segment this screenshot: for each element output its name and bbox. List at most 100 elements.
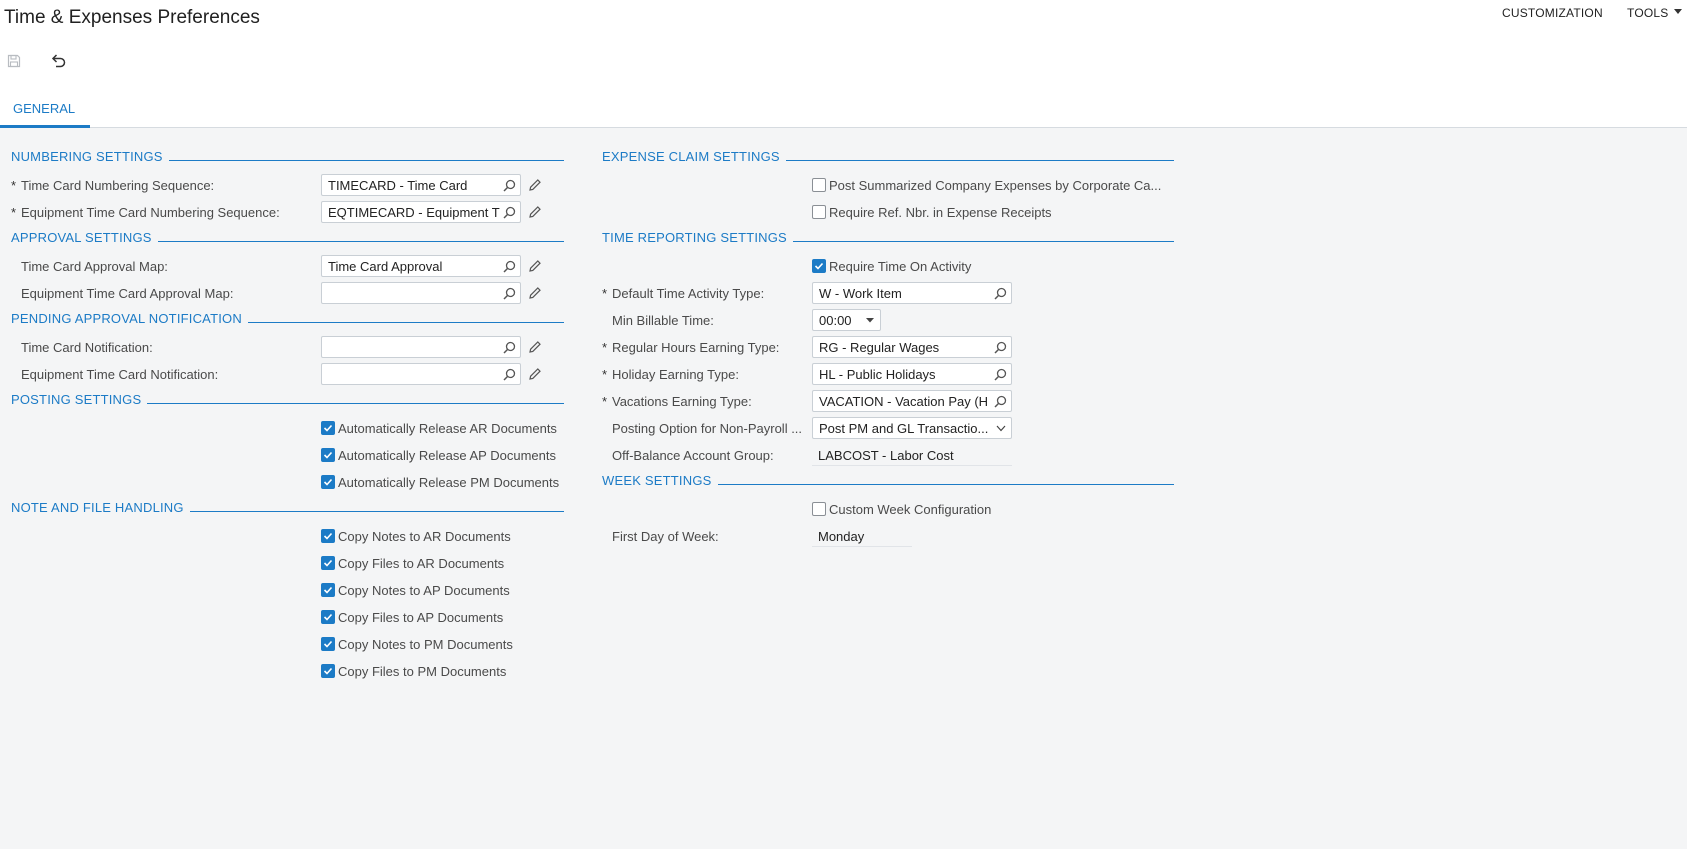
checkbox-copy-notes-ar[interactable] — [321, 529, 335, 543]
checkbox-label: Copy Notes to AP Documents — [338, 583, 510, 598]
tab-general[interactable]: GENERAL — [0, 92, 90, 128]
search-icon[interactable] — [503, 368, 516, 381]
posting-option-select[interactable]: Post PM and GL Transactio... — [812, 417, 1012, 439]
edit-pencil-icon[interactable] — [528, 286, 542, 300]
checkbox-copy-notes-ap[interactable] — [321, 583, 335, 597]
field-value: 00:00 — [819, 313, 852, 328]
undo-icon[interactable] — [49, 52, 67, 70]
eq-notification-field[interactable] — [321, 363, 521, 385]
required-mark: * — [11, 205, 17, 220]
checkbox-copy-notes-pm[interactable] — [321, 637, 335, 651]
search-icon[interactable] — [994, 341, 1007, 354]
timecard-notification-field[interactable] — [321, 336, 521, 358]
checkbox-label: Copy Files to AP Documents — [338, 610, 504, 625]
activity-type-label: Default Time Activity Type: — [612, 286, 765, 301]
save-icon[interactable] — [5, 52, 23, 70]
customization-menu[interactable]: CUSTOMIZATION — [1502, 6, 1603, 20]
section-pending-approval-notification: PENDING APPROVAL NOTIFICATION — [11, 308, 564, 326]
eq-notification-label: Equipment Time Card Notification: — [21, 367, 219, 382]
field-value: Monday — [818, 529, 865, 544]
page-title: Time & Expenses Preferences — [4, 7, 260, 28]
first-day-label: First Day of Week: — [612, 529, 719, 544]
section-expense-claim-settings: EXPENSE CLAIM SETTINGS — [602, 146, 1174, 164]
checkbox-copy-files-pm[interactable] — [321, 664, 335, 678]
regular-earning-label: Regular Hours Earning Type: — [612, 340, 780, 355]
section-title: APPROVAL SETTINGS — [11, 230, 152, 245]
checkbox-require-time-on-activity[interactable] — [812, 259, 826, 273]
checkbox-label: Automatically Release AR Documents — [338, 421, 557, 436]
search-icon[interactable] — [503, 260, 516, 273]
tools-label: TOOLS — [1627, 6, 1669, 20]
required-mark: * — [602, 394, 608, 409]
eq-approval-map-field[interactable] — [321, 282, 521, 304]
edit-pencil-icon[interactable] — [528, 340, 542, 354]
checkbox-require-ref-nbr[interactable] — [812, 205, 826, 219]
search-icon[interactable] — [994, 395, 1007, 408]
timecard-numbering-label: Time Card Numbering Sequence: — [21, 178, 215, 193]
tools-menu[interactable]: TOOLS — [1627, 6, 1683, 20]
offbalance-label: Off-Balance Account Group: — [612, 448, 774, 463]
search-icon[interactable] — [994, 287, 1007, 300]
eq-timecard-numbering-field[interactable]: EQTIMECARD - Equipment T — [321, 201, 521, 223]
checkbox-release-pm[interactable] — [321, 475, 335, 489]
section-week-settings: WEEK SETTINGS — [602, 470, 1174, 488]
field-value: TIMECARD - Time Card — [328, 178, 468, 193]
timecard-approval-map-field[interactable]: Time Card Approval — [321, 255, 521, 277]
chevron-down-icon — [996, 425, 1006, 432]
search-icon[interactable] — [503, 206, 516, 219]
required-mark: * — [11, 178, 17, 193]
checkbox-label: Automatically Release AP Documents — [338, 448, 556, 463]
checkbox-release-ar[interactable] — [321, 421, 335, 435]
field-value: LABCOST - Labor Cost — [818, 448, 954, 463]
section-title: NOTE AND FILE HANDLING — [11, 500, 184, 515]
section-numbering-settings: NUMBERING SETTINGS — [11, 146, 564, 164]
edit-pencil-icon[interactable] — [528, 178, 542, 192]
vacation-earning-field[interactable]: VACATION - Vacation Pay (H — [812, 390, 1012, 412]
section-approval-settings: APPROVAL SETTINGS — [11, 227, 564, 245]
eq-timecard-numbering-label: Equipment Time Card Numbering Sequence: — [21, 205, 280, 220]
chevron-down-icon — [1674, 9, 1683, 15]
timecard-notification-label: Time Card Notification: — [21, 340, 153, 355]
search-icon[interactable] — [994, 368, 1007, 381]
checkbox-label: Copy Files to AR Documents — [338, 556, 505, 571]
section-title: WEEK SETTINGS — [602, 473, 712, 488]
section-title: PENDING APPROVAL NOTIFICATION — [11, 311, 242, 326]
timecard-numbering-field[interactable]: TIMECARD - Time Card — [321, 174, 521, 196]
page-header: Time & Expenses Preferences CUSTOMIZATIO… — [0, 0, 1687, 128]
field-value: W - Work Item — [819, 286, 902, 301]
timecard-approval-map-label: Time Card Approval Map: — [21, 259, 168, 274]
required-mark: * — [602, 286, 608, 301]
checkbox-post-summarized-expenses[interactable] — [812, 178, 826, 192]
first-day-value: Monday — [812, 525, 912, 547]
checkbox-copy-files-ar[interactable] — [321, 556, 335, 570]
tab-general-label: GENERAL — [13, 101, 76, 116]
vacation-earning-label: Vacations Earning Type: — [612, 394, 752, 409]
checkbox-copy-files-ap[interactable] — [321, 610, 335, 624]
section-title: EXPENSE CLAIM SETTINGS — [602, 149, 780, 164]
field-value: RG - Regular Wages — [819, 340, 940, 355]
edit-pencil-icon[interactable] — [528, 367, 542, 381]
checkbox-release-ap[interactable] — [321, 448, 335, 462]
checkbox-label: Copy Notes to PM Documents — [338, 637, 513, 652]
field-value: Post PM and GL Transactio... — [819, 421, 989, 436]
search-icon[interactable] — [503, 341, 516, 354]
min-billable-select[interactable]: 00:00 — [812, 309, 881, 331]
edit-pencil-icon[interactable] — [528, 205, 542, 219]
field-value: VACATION - Vacation Pay (H — [819, 394, 989, 409]
caret-down-icon — [866, 318, 874, 323]
checkbox-label: Post Summarized Company Expenses by Corp… — [829, 178, 1162, 193]
search-icon[interactable] — [503, 287, 516, 300]
regular-earning-field[interactable]: RG - Regular Wages — [812, 336, 1012, 358]
holiday-earning-label: Holiday Earning Type: — [612, 367, 739, 382]
checkbox-label: Copy Files to PM Documents — [338, 664, 507, 679]
holiday-earning-field[interactable]: HL - Public Holidays — [812, 363, 1012, 385]
field-value: HL - Public Holidays — [819, 367, 936, 382]
field-value: EQTIMECARD - Equipment T — [328, 205, 500, 220]
edit-pencil-icon[interactable] — [528, 259, 542, 273]
activity-type-field[interactable]: W - Work Item — [812, 282, 1012, 304]
checkbox-label: Custom Week Configuration — [829, 502, 992, 517]
required-mark: * — [602, 340, 608, 355]
search-icon[interactable] — [503, 179, 516, 192]
checkbox-custom-week[interactable] — [812, 502, 826, 516]
checkbox-label: Require Time On Activity — [829, 259, 972, 274]
